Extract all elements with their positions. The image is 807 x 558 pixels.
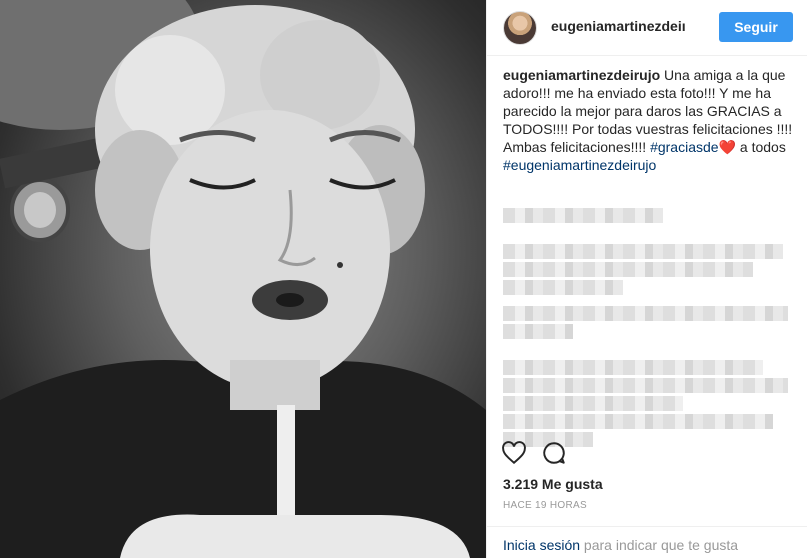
header-username[interactable]: eugeniamartinezdeiı — [551, 18, 701, 34]
heart-icon[interactable] — [501, 440, 529, 468]
blurred-comment — [503, 280, 623, 295]
blurred-comment — [503, 378, 788, 393]
post-panel: eugeniamartinezdeiı Seguir eugeniamartin… — [486, 0, 807, 558]
login-footer: Inicia sesión para indicar que te gusta — [487, 526, 807, 558]
blurred-comment — [503, 396, 683, 411]
photo-image — [0, 0, 486, 558]
blurred-comment — [503, 208, 663, 223]
likes-count[interactable]: 3.219 Me gusta — [503, 476, 603, 492]
caption: eugeniamartinezdeirujo Una amiga a la qu… — [503, 66, 798, 174]
blurred-comment — [503, 414, 773, 429]
blurred-comment — [503, 360, 763, 375]
hashtag-graciasde[interactable]: #graciasde — [650, 139, 719, 155]
login-link[interactable]: Inicia sesión — [503, 537, 580, 553]
blurred-comment — [503, 324, 573, 339]
blurred-comment — [503, 244, 783, 259]
footer-text: Inicia sesión para indicar que te gusta — [503, 537, 738, 553]
post-photo[interactable] — [0, 0, 486, 558]
comments-list — [503, 208, 793, 450]
post-time[interactable]: HACE 19 HORAS — [503, 500, 587, 511]
follow-button[interactable]: Seguir — [719, 12, 793, 42]
caption-username[interactable]: eugeniamartinezdeirujo — [503, 67, 660, 83]
heart-emoji: ❤️ — [718, 139, 736, 155]
post-actions — [501, 440, 801, 470]
footer-rest: para indicar que te gusta — [580, 537, 739, 553]
comment-icon[interactable] — [541, 440, 569, 468]
blurred-comment — [503, 306, 788, 321]
blurred-comment — [503, 262, 753, 277]
avatar[interactable] — [503, 11, 537, 45]
hashtag-eugenia[interactable]: #eugeniamartinezdeirujo — [503, 157, 656, 173]
caption-text-2: a todos — [739, 139, 786, 155]
post-header: eugeniamartinezdeiı Seguir — [487, 0, 807, 56]
